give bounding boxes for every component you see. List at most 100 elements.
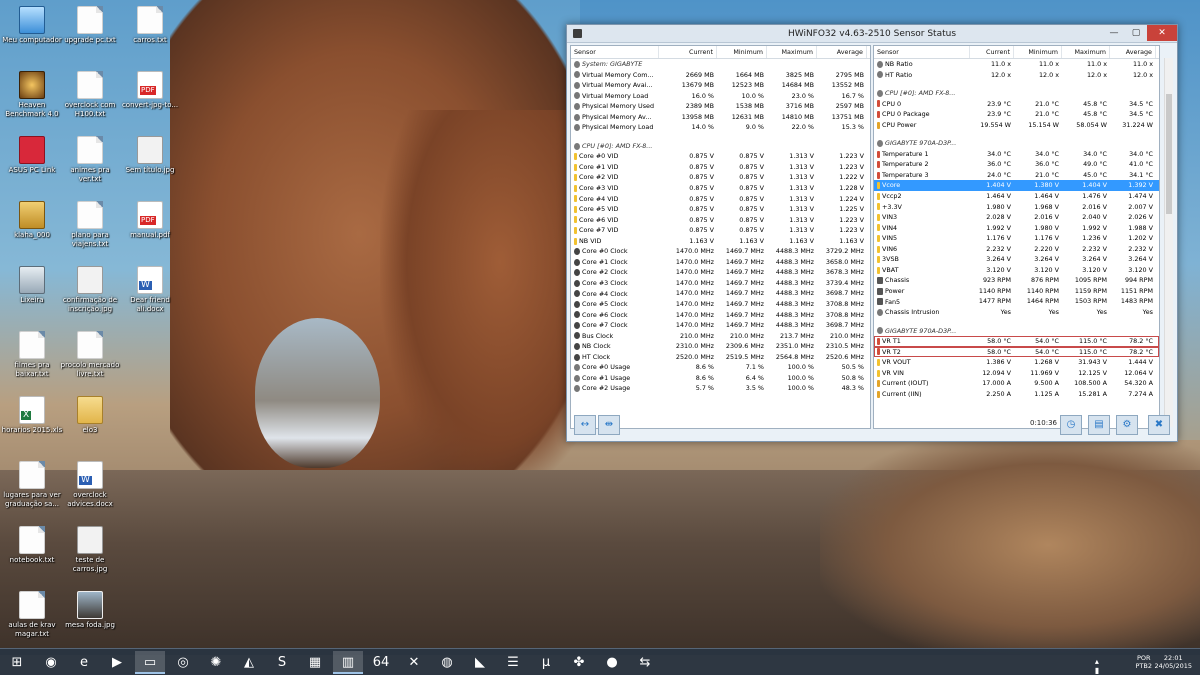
desktop-icon[interactable]: overclock advices.docx [58, 461, 122, 509]
taskbar-teamviewer-icon[interactable]: ⇆ [630, 651, 660, 674]
sensor-row[interactable]: NB Ratio 11.0 x 11.0 x 11.0 x 11.0 x [874, 59, 1159, 70]
sensor-row[interactable]: Fan5 1477 RPM 1464 RPM 1503 RPM 1483 RPM [874, 296, 1159, 307]
sensor-row[interactable]: Temperature 1 34.0 °C 34.0 °C 34.0 °C 34.0 °… [874, 149, 1159, 160]
sensor-row[interactable]: VIN6 2.232 V 2.220 V 2.232 V 2.232 V [874, 244, 1159, 255]
sensor-group-row[interactable]: System: GIGABYTE [571, 59, 870, 70]
desktop-icon[interactable]: convert-jpg-to... [118, 71, 182, 110]
desktop-icon[interactable]: carros.txt [118, 6, 182, 45]
col-sensor[interactable]: Sensor [874, 46, 970, 58]
taskbar-app15-icon[interactable]: ☰ [498, 651, 528, 674]
taskbar-film-icon[interactable]: ▦ [300, 651, 330, 674]
desktop-icon[interactable]: confirmação de inscrição.jpg [58, 266, 122, 314]
desktop-icon[interactable]: mesa foda.jpg [58, 591, 122, 630]
close-button[interactable]: ✕ [1147, 25, 1177, 41]
desktop-icon[interactable]: filmes pra baixar.txt [0, 331, 64, 379]
sensor-row[interactable]: VIN5 1.176 V 1.176 V 1.236 V 1.202 V [874, 233, 1159, 244]
taskbar-app13-icon[interactable]: ◍ [432, 651, 462, 674]
desktop-icon[interactable]: lugares para ver graduação sa... [0, 461, 64, 509]
close-sensors-button[interactable]: ✖ [1148, 415, 1170, 435]
sensor-row[interactable]: Core #5 VID 0.875 V 0.875 V 1.313 V 1.225 V [571, 204, 870, 215]
taskbar-xbox-icon[interactable]: ✕ [399, 651, 429, 674]
expand-button[interactable]: ↔ [574, 415, 596, 435]
col-minimum[interactable]: Minimum [1014, 46, 1062, 58]
sensor-row[interactable]: Temperature 2 36.0 °C 36.0 °C 49.0 °C 41.0 °… [874, 159, 1159, 170]
sensor-row[interactable]: Core #0 Clock 1470.0 MHz 1469.7 MHz 4488.3 … [571, 246, 870, 257]
sensor-row[interactable]: CPU 0 23.9 °C 21.0 °C 45.8 °C 34.5 °C [874, 99, 1159, 110]
sensor-row[interactable]: Virtual Memory Com... 2669 MB 1664 MB 3825 … [571, 70, 870, 81]
col-maximum[interactable]: Maximum [1062, 46, 1110, 58]
sensor-group-row[interactable]: GIGABYTE 970A-D3P... [874, 138, 1159, 149]
tray-icons[interactable]: ▴ ▮ ⚑ ▯ ◂) [1095, 657, 1108, 675]
sensor-row[interactable]: Core #1 Usage 8.6 % 6.4 % 100.0 % 50.8 % [571, 373, 870, 384]
clock-button[interactable]: ◷ [1060, 415, 1082, 435]
desktop-icon[interactable]: elo3 [58, 396, 122, 435]
sensor-row[interactable]: Core #7 VID 0.875 V 0.875 V 1.313 V 1.223 V [571, 225, 870, 236]
sensor-row[interactable]: Core #1 Clock 1470.0 MHz 1469.7 MHz 4488.3 … [571, 257, 870, 268]
sensor-row[interactable]: Bus Clock 210.0 MHz 210.0 MHz 213.7 MHz 210.… [571, 331, 870, 342]
sensor-row[interactable]: Core #4 VID 0.875 V 0.875 V 1.313 V 1.224 V [571, 194, 870, 205]
desktop-icon[interactable]: upgrade pc.txt [58, 6, 122, 45]
taskbar-chrome-icon[interactable]: ◉ [36, 651, 66, 674]
desktop-icon[interactable]: notebook.txt [0, 526, 64, 565]
sensor-row[interactable]: +3.3V 1.980 V 1.968 V 2.016 V 2.007 V [874, 202, 1159, 213]
sensor-row[interactable]: NB VID 1.163 V 1.163 V 1.163 V 1.163 V [571, 236, 870, 247]
sensor-group-row[interactable]: GIGABYTE 970A-D3P... [874, 326, 1159, 337]
sensor-row[interactable]: Chassis Intrusion Yes Yes Yes Yes [874, 307, 1159, 318]
sensor-row[interactable]: Core #6 Clock 1470.0 MHz 1469.7 MHz 4488.3 … [571, 310, 870, 321]
taskbar-aida64-icon[interactable]: 64 [366, 651, 396, 674]
taskbar-record-icon[interactable]: ● [597, 651, 627, 674]
taskbar-hwinfo-icon[interactable]: ▥ [333, 651, 363, 674]
desktop-icon[interactable]: Heaven Benchmark 4.0 [0, 71, 64, 119]
hwinfo-window[interactable]: HWiNFO32 v4.63-2510 Sensor Status — ▢ ✕ … [566, 24, 1178, 442]
sensor-row[interactable]: Physical Memory Av... 13958 MB 12631 MB 148… [571, 112, 870, 123]
sensor-row[interactable]: Core #3 VID 0.875 V 0.875 V 1.313 V 1.228 V [571, 183, 870, 194]
desktop-icon[interactable]: Meu computador [0, 6, 64, 45]
desktop-icon[interactable]: manual.pdf [118, 201, 182, 240]
scrollbar-thumb[interactable] [1166, 94, 1172, 214]
col-maximum[interactable]: Maximum [767, 46, 817, 58]
desktop-icon[interactable]: Sem título.jpg [118, 136, 182, 175]
sensor-pane-left[interactable]: Sensor Current Minimum Maximum Average S… [570, 45, 871, 429]
sensor-row[interactable]: Core #1 VID 0.875 V 0.875 V 1.313 V 1.223 V [571, 162, 870, 173]
desktop-icon[interactable]: ASUS PC Link [0, 136, 64, 175]
desktop-icon[interactable]: Lixeira [0, 266, 64, 305]
sensor-row[interactable]: Core #0 Usage 8.6 % 7.1 % 100.0 % 50.5 % [571, 362, 870, 373]
sensor-group-row[interactable]: CPU [#0]: AMD FX-8... [874, 88, 1159, 99]
taskbar-utorrent-icon[interactable]: µ [531, 651, 561, 674]
col-sensor[interactable]: Sensor [571, 46, 659, 58]
sensor-row[interactable]: VR T1 58.0 °C 54.0 °C 115.0 °C 78.2 °C [874, 336, 1159, 347]
sensor-row[interactable]: Virtual Memory Avai... 13679 MB 12523 MB 14… [571, 80, 870, 91]
sensor-row[interactable]: Physical Memory Load 14.0 % 9.0 % 22.0 % 15.… [571, 122, 870, 133]
sensor-row[interactable]: Current (IIN) 2.250 A 1.125 A 15.281 A 7.274… [874, 389, 1159, 400]
desktop-icon[interactable]: klaha_000 [0, 201, 64, 240]
sensor-row[interactable]: Current (IOUT) 17.000 A 9.500 A 108.500 A 54… [874, 378, 1159, 389]
taskbar-steam-icon[interactable]: ◎ [168, 651, 198, 674]
col-average[interactable]: Average [1110, 46, 1156, 58]
sensor-pane-right[interactable]: Sensor Current Minimum Maximum Average N… [873, 45, 1160, 429]
language-indicator[interactable]: POR PTB2 [1136, 654, 1153, 670]
sensor-row[interactable]: Vcore 1.404 V 1.380 V 1.404 V 1.392 V [874, 180, 1159, 192]
taskbar-app6-icon[interactable]: ✺ [201, 651, 231, 674]
sensor-row[interactable]: Temperature 3 24.0 °C 21.0 °C 45.0 °C 34.1 °… [874, 170, 1159, 181]
desktop-icon[interactable]: Dear friend ali.docx [118, 266, 182, 314]
desktop-icon[interactable]: procolo mercado livre.txt [58, 331, 122, 379]
sensor-row[interactable]: VBAT 3.120 V 3.120 V 3.120 V 3.120 V [874, 265, 1159, 276]
sensor-row[interactable]: Vccp2 1.464 V 1.464 V 1.476 V 1.474 V [874, 191, 1159, 202]
minimize-button[interactable]: — [1103, 25, 1125, 41]
maximize-button[interactable]: ▢ [1125, 25, 1147, 41]
taskbar-media-icon[interactable]: ▶ [102, 651, 132, 674]
desktop-icon[interactable]: aulas de krav magar.txt [0, 591, 64, 639]
sensor-row[interactable]: Core #2 VID 0.875 V 0.875 V 1.313 V 1.222 V [571, 172, 870, 183]
sensor-group-row[interactable]: CPU [#0]: AMD FX-8... [571, 141, 870, 152]
col-average[interactable]: Average [817, 46, 867, 58]
settings-button[interactable]: ⚙ [1116, 415, 1138, 435]
sensor-row[interactable]: HT Ratio 12.0 x 12.0 x 12.0 x 12.0 x [874, 70, 1159, 81]
sensor-row[interactable]: Chassis 923 RPM 876 RPM 1095 RPM 994 RPM [874, 275, 1159, 286]
sensor-row[interactable]: Core #6 VID 0.875 V 0.875 V 1.313 V 1.223 V [571, 215, 870, 226]
desktop-icon[interactable]: plano para viajens.txt [58, 201, 122, 249]
taskbar-app17-icon[interactable]: ✤ [564, 651, 594, 674]
sensor-row[interactable]: Virtual Memory Load 16.0 % 10.0 % 23.0 % 16.… [571, 91, 870, 102]
sensor-row[interactable]: 3VSB 3.264 V 3.264 V 3.264 V 3.264 V [874, 254, 1159, 265]
start-button[interactable]: ⊞ [2, 651, 32, 674]
sensor-row[interactable]: VR VOUT 1.386 V 1.268 V 31.943 V 1.444 V [874, 357, 1159, 368]
